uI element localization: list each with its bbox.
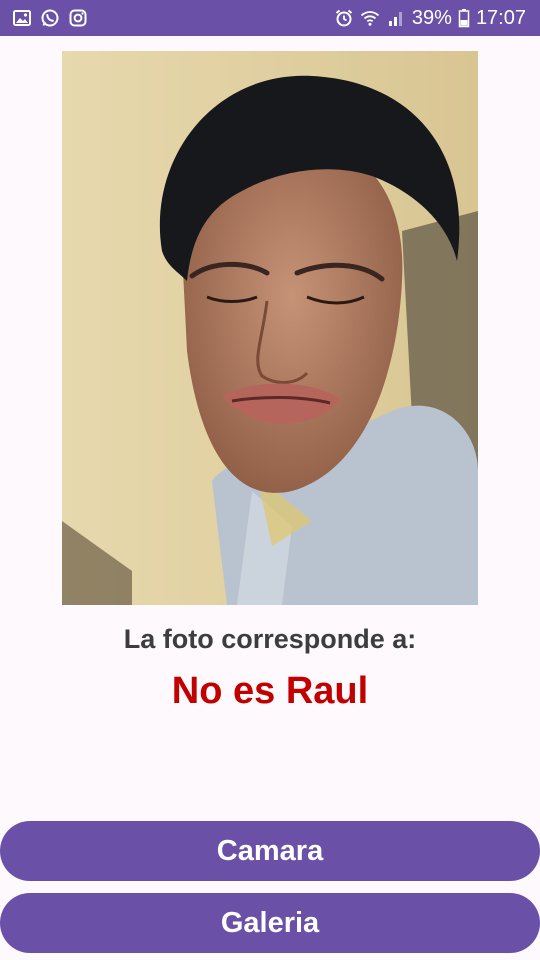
result-caption: La foto corresponde a: <box>123 624 417 654</box>
status-right-icons: 39% 17:07 <box>334 7 526 30</box>
signal-icon <box>386 8 406 28</box>
instagram-icon <box>68 8 88 28</box>
gallery-button[interactable]: Galeria <box>0 893 540 953</box>
wifi-icon <box>360 8 380 28</box>
selected-photo <box>62 51 478 605</box>
recognition-result: No es Raul <box>171 670 369 712</box>
status-bar: 39% 17:07 <box>0 0 540 36</box>
battery-icon <box>458 8 470 28</box>
gallery-icon <box>12 8 32 28</box>
whatsapp-icon <box>40 8 60 28</box>
alarm-icon <box>334 8 354 28</box>
camera-button[interactable]: Camara <box>0 821 540 881</box>
status-time: 17:07 <box>475 6 526 29</box>
status-left-icons <box>12 8 88 28</box>
battery-percentage: 39% <box>411 6 452 29</box>
